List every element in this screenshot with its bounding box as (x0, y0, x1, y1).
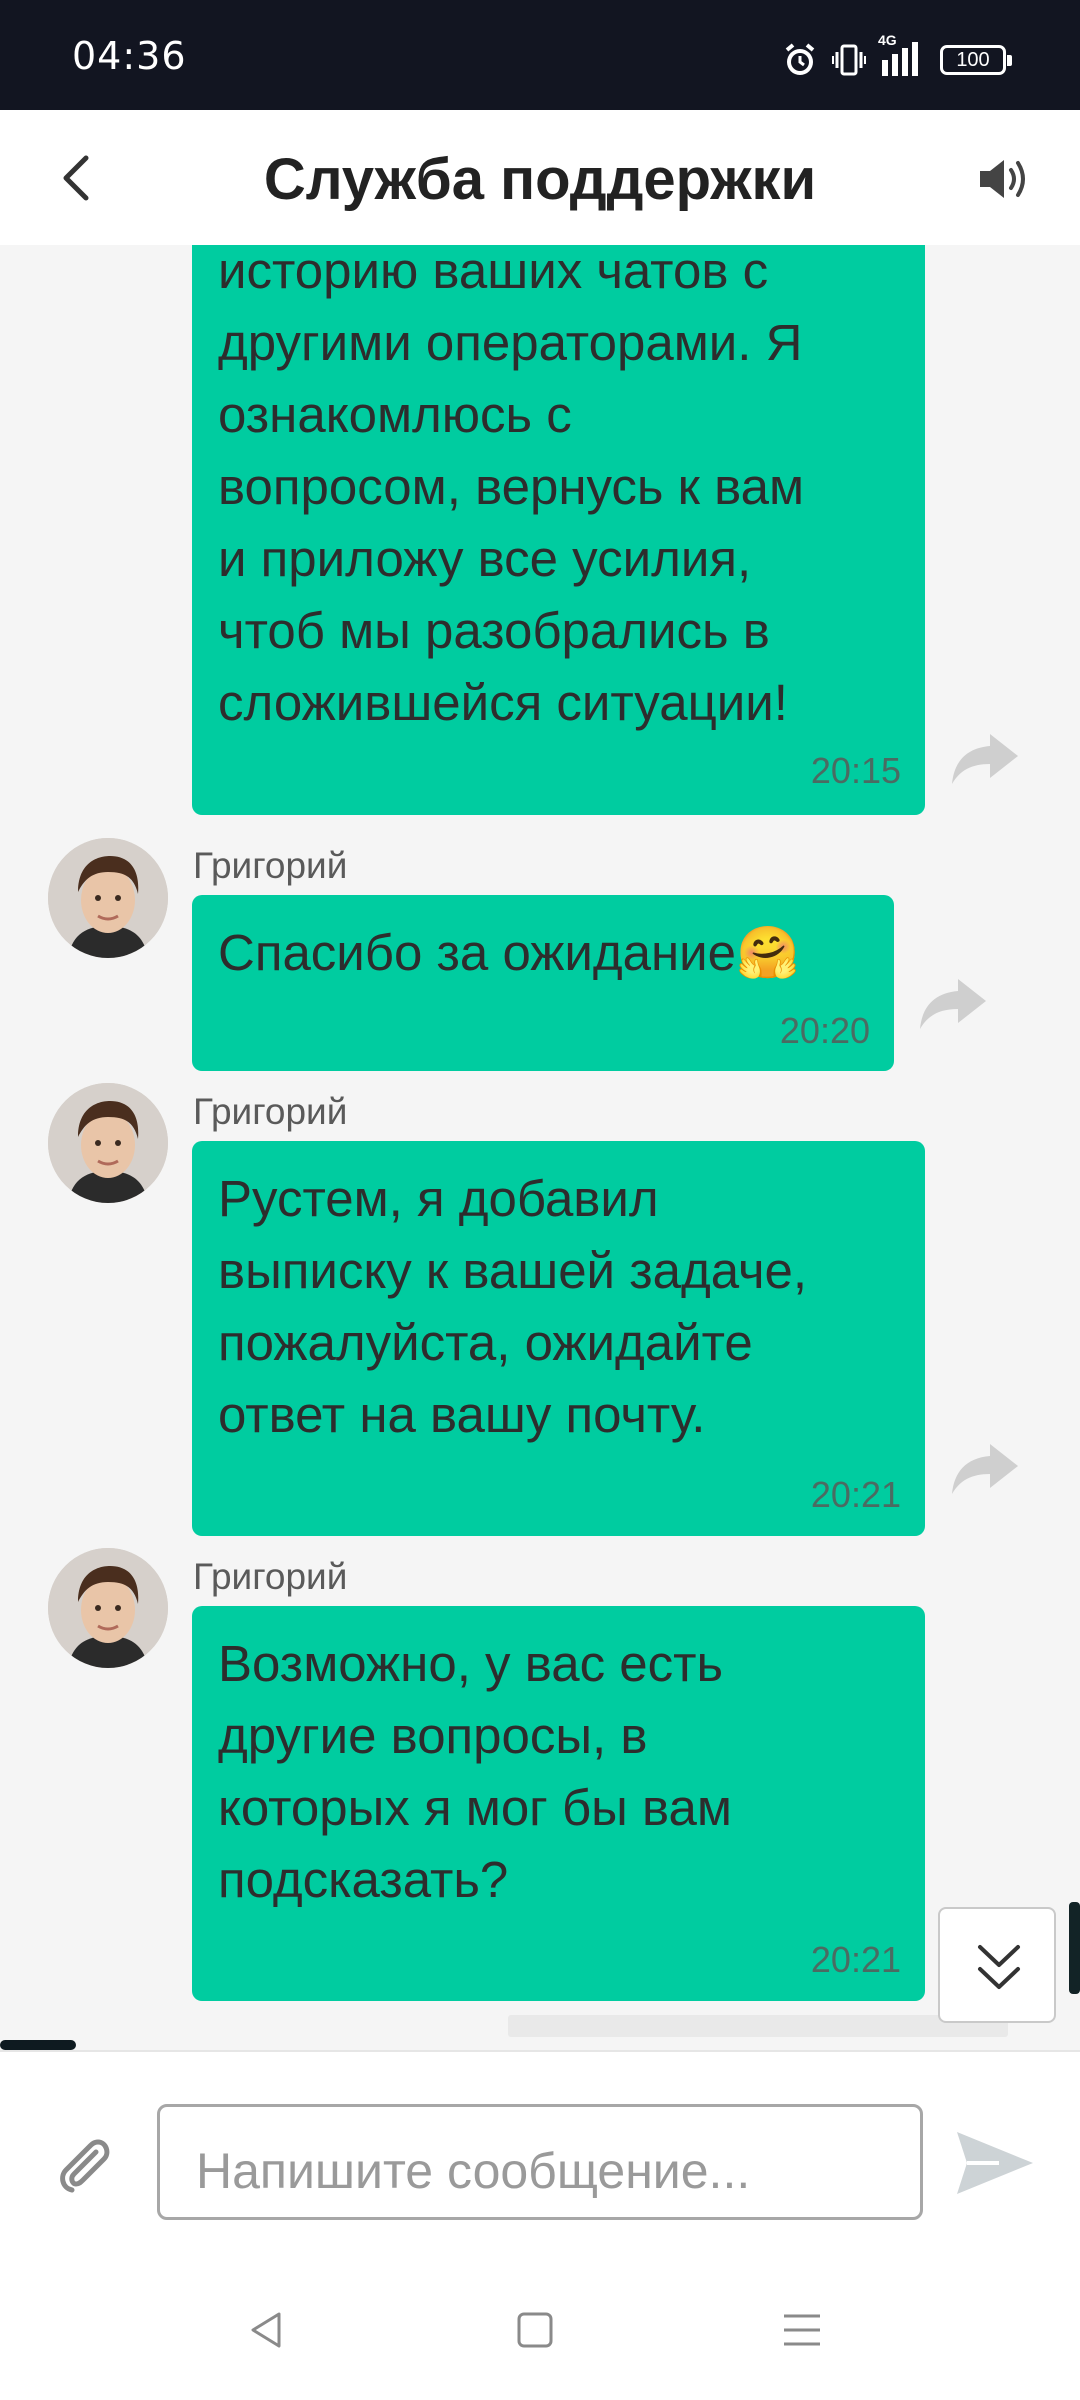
message-bubble: историю ваших чатов с другими операторам… (192, 245, 925, 815)
person-avatar-icon (48, 1083, 168, 1203)
forward-message-button[interactable] (918, 975, 988, 1031)
triangle-back-icon (251, 2312, 281, 2348)
message-text: Возможно, у вас есть другие вопросы, в к… (218, 1635, 732, 1908)
send-icon (957, 2132, 1033, 2194)
paperclip-icon (60, 2139, 110, 2193)
system-navigation-bar (0, 2260, 1080, 2400)
speaker-icon (980, 160, 1025, 198)
operator-avatar (48, 1083, 168, 1203)
share-arrow-icon (952, 734, 1018, 784)
chat-header: Служба поддержки (0, 110, 1080, 245)
status-icons: 4G 100 (782, 32, 1012, 80)
operator-avatar (48, 838, 168, 958)
forward-message-button[interactable] (950, 730, 1020, 786)
message-time: 20:20 (779, 1010, 870, 1051)
horizontal-scroll-track (508, 2015, 1008, 2037)
horizontal-scrollbar[interactable] (0, 2040, 76, 2050)
status-bar: 04:36 4G 100 (0, 0, 1080, 110)
status-time: 04:36 (72, 34, 187, 78)
network-type-label: 4G (878, 32, 897, 48)
signal-icon: 4G (878, 32, 926, 78)
message-composer (0, 2050, 1080, 2260)
message-bubble: Рустем, я добавил выписку к вашей задаче… (192, 1141, 925, 1536)
share-arrow-icon (920, 979, 986, 1029)
double-chevron-down-icon (978, 1945, 1020, 1989)
message-text: Рустем, я добавил выписку к вашей задаче… (218, 1170, 808, 1443)
message-time: 20:15 (810, 750, 901, 791)
operator-avatar (48, 1548, 168, 1668)
message-bubble: Возможно, у вас есть другие вопросы, в к… (192, 1606, 925, 2001)
vibrate-icon (832, 42, 866, 78)
page-title: Служба поддержки (263, 147, 817, 212)
vertical-scrollbar[interactable] (1069, 1902, 1080, 1994)
attach-button[interactable] (52, 2132, 116, 2196)
alarm-icon (782, 42, 818, 78)
sender-name: Григорий (193, 1556, 348, 1597)
nav-home-button[interactable] (505, 2300, 565, 2360)
sender-name: Григорий (193, 1091, 348, 1132)
sound-toggle-button[interactable] (974, 152, 1034, 206)
menu-lines-icon (784, 2314, 820, 2346)
sender-name: Григорий (193, 845, 348, 886)
share-arrow-icon (952, 1444, 1018, 1494)
message-input[interactable] (157, 2104, 923, 2220)
scroll-to-bottom-button[interactable] (938, 1907, 1056, 2023)
message-time: 20:21 (810, 1939, 901, 1980)
send-button[interactable] (953, 2128, 1035, 2198)
message-bubble: Спасибо за ожидание🤗 20:20 (192, 895, 894, 1071)
square-home-icon (517, 2312, 553, 2348)
message-text: историю ваших чатов с другими операторам… (218, 245, 805, 731)
message-time: 20:21 (810, 1474, 901, 1515)
message-text: Спасибо за ожидание🤗 (218, 924, 800, 981)
nav-menu-button[interactable] (772, 2300, 832, 2360)
battery-icon: 100 (940, 45, 1012, 75)
person-avatar-icon (48, 1548, 168, 1668)
person-avatar-icon (48, 838, 168, 958)
nav-back-button[interactable] (237, 2300, 297, 2360)
chat-messages[interactable]: историю ваших чатов с другими операторам… (0, 245, 1080, 2050)
forward-message-button[interactable] (950, 1440, 1020, 1496)
